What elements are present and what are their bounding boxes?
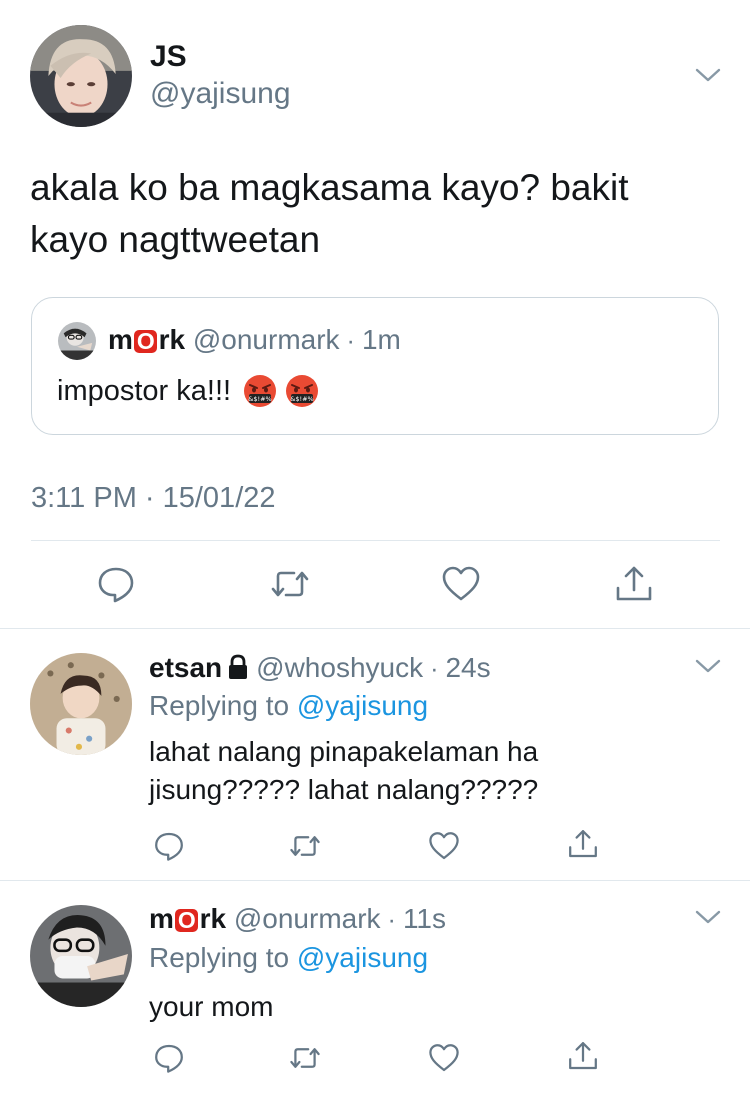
reply-text: your mom xyxy=(149,988,273,1026)
retweet-icon[interactable] xyxy=(270,564,310,604)
reply-text: lahat nalang pinapakelaman ha jisung????… xyxy=(149,733,538,809)
retweet-icon[interactable] xyxy=(289,830,321,862)
reply-icon[interactable] xyxy=(153,830,185,862)
share-icon[interactable] xyxy=(567,828,599,860)
reply-text-line: your mom xyxy=(149,991,274,1022)
like-icon[interactable] xyxy=(428,830,460,862)
tweet-timestamp[interactable]: 3:11 PM · 15/01/22 xyxy=(31,482,276,515)
divider xyxy=(31,540,720,541)
chevron-down-icon[interactable] xyxy=(694,66,722,84)
reply-author-handle[interactable]: @onurmark xyxy=(234,903,381,934)
like-icon[interactable] xyxy=(428,1042,460,1074)
chevron-down-icon[interactable] xyxy=(694,657,722,675)
quoted-time: 1m xyxy=(361,324,401,355)
face-with-symbols-on-mouth-icon: &$!#% xyxy=(243,374,277,408)
face-with-symbols-on-mouth-icon: &$!#% xyxy=(285,374,319,408)
tweet-thread: JS @yajisung akala ko ba magkasama kayo?… xyxy=(0,0,750,1093)
separator-dot: · xyxy=(423,655,446,683)
o-button-badge: O xyxy=(175,908,199,932)
reply-time: 24s xyxy=(445,652,491,683)
reply-icon[interactable] xyxy=(153,1042,185,1074)
author-handle[interactable]: @yajisung xyxy=(150,77,291,111)
quoted-author-handle[interactable]: @onurmark xyxy=(193,324,340,355)
quoted-author-name[interactable]: m Ork xyxy=(108,324,185,355)
share-icon[interactable] xyxy=(567,1040,599,1072)
lock-icon xyxy=(226,654,250,680)
quoted-tweet-header: m Ork @onurmark · 1m xyxy=(108,324,401,356)
retweet-icon[interactable] xyxy=(289,1042,321,1074)
reply-author-avatar[interactable] xyxy=(30,653,132,755)
chevron-down-icon[interactable] xyxy=(694,908,722,926)
svg-text:&$!#%: &$!#% xyxy=(248,395,271,403)
reply-author-avatar[interactable] xyxy=(30,905,132,1007)
reply-text-line: jisung????? lahat nalang????? xyxy=(149,774,539,805)
separator-dot: · xyxy=(380,906,403,934)
author-avatar[interactable] xyxy=(30,25,132,127)
separator-dot: · xyxy=(339,327,362,355)
tweet-text-line: akala ko ba magkasama kayo? bakit xyxy=(30,167,629,208)
share-icon[interactable] xyxy=(614,564,654,604)
replying-to-link[interactable]: @yajisung xyxy=(297,942,428,973)
svg-text:&$!#%: &$!#% xyxy=(290,395,313,403)
replying-to-link[interactable]: @yajisung xyxy=(297,690,428,721)
reply-text-line: lahat nalang pinapakelaman ha xyxy=(149,736,539,767)
tweet-text-line: kayo nagttweetan xyxy=(30,219,321,260)
tweet-text: akala ko ba magkasama kayo? bakit kayo n… xyxy=(30,162,720,266)
reply-icon[interactable] xyxy=(96,564,136,604)
quoted-tweet-text: impostor ka!!! &$!#% &$!#% xyxy=(57,374,319,408)
quoted-tweet[interactable]: m Ork @onurmark · 1m impostor ka!!! &$!#% xyxy=(31,297,719,435)
divider xyxy=(0,628,750,629)
reply-time: 11s xyxy=(402,903,447,934)
reply-author-handle[interactable]: @whoshyuck xyxy=(256,652,423,683)
o-button-badge: O xyxy=(134,329,158,353)
reply-author-name[interactable]: m Ork xyxy=(149,903,226,934)
reply-author-name[interactable]: etsan xyxy=(149,652,222,683)
reply-header: m Ork @onurmark · 11s xyxy=(149,903,446,935)
replying-to: Replying to @yajisung xyxy=(149,690,429,721)
quoted-author-avatar xyxy=(58,322,96,360)
like-icon[interactable] xyxy=(441,564,481,604)
author-name[interactable]: JS xyxy=(150,40,187,74)
reply-header: etsan @whoshyuck · 24s xyxy=(149,652,491,684)
divider xyxy=(0,880,750,881)
replying-to: Replying to @yajisung xyxy=(149,942,429,973)
